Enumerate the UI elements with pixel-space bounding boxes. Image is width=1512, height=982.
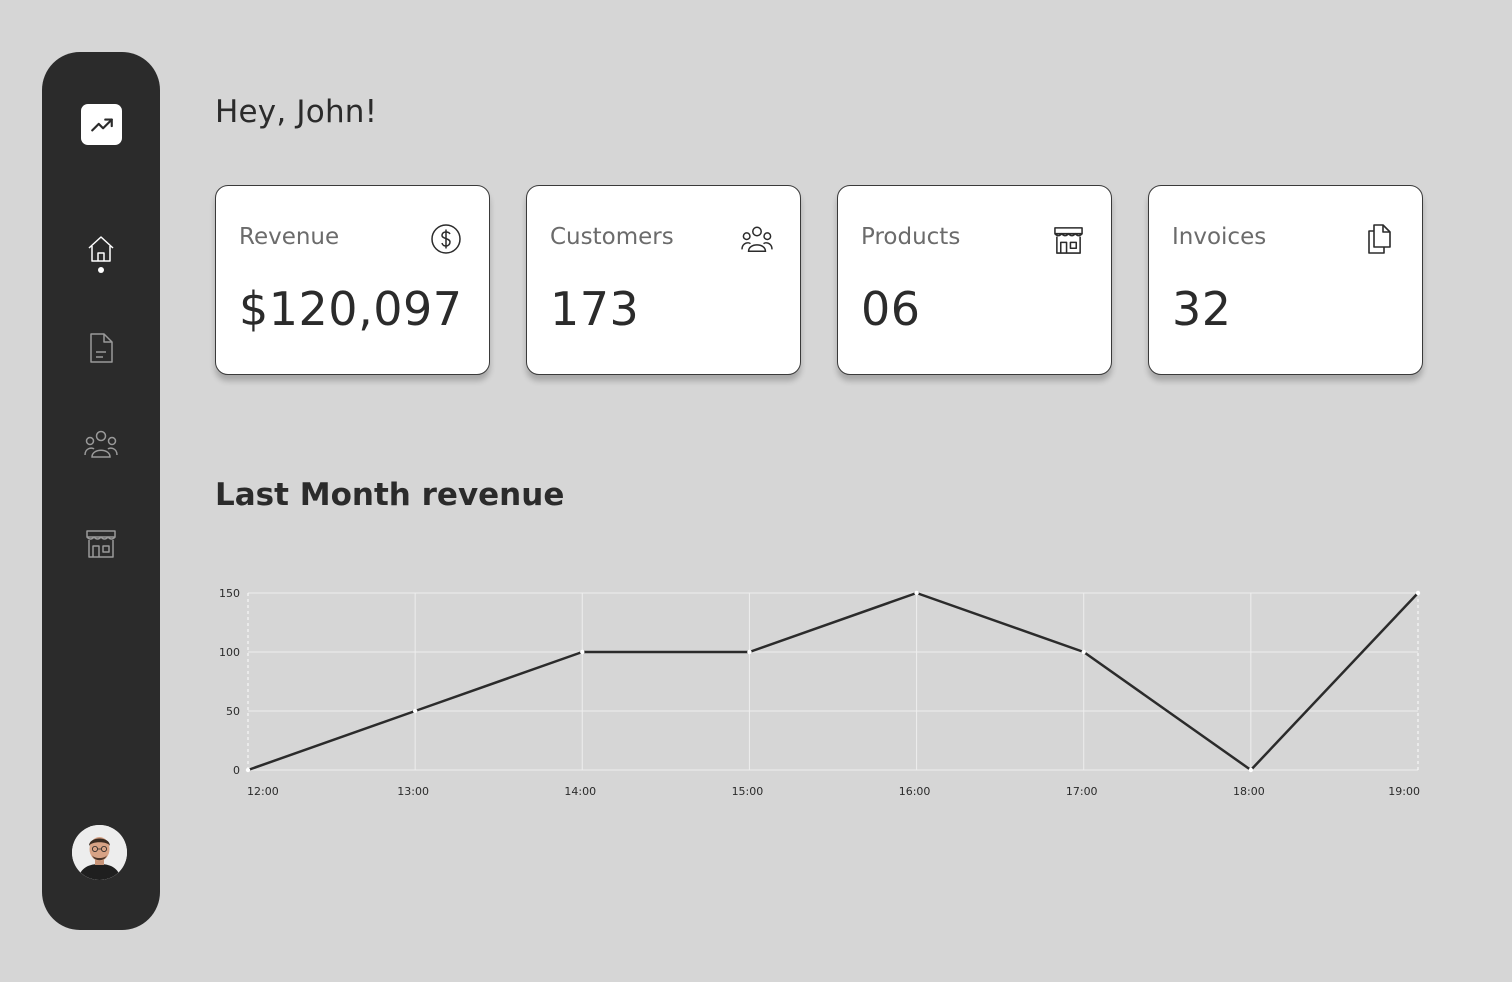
x-tick-label: 17:00 (1066, 785, 1098, 798)
logo[interactable] (81, 104, 122, 145)
avatar[interactable] (72, 825, 127, 880)
card-label: Customers (550, 224, 674, 250)
card-label: Revenue (239, 224, 340, 250)
revenue-line-chart: 0 50 100 150 12:00 13:00 14:00 15:00 16:00 17:00… (219, 587, 1421, 798)
greeting-title: Hey, John! (215, 94, 378, 130)
x-tick-label: 16:00 (899, 785, 931, 798)
files-icon (1362, 222, 1396, 256)
series-line (247, 591, 1419, 772)
x-tick-label: 12:00 (247, 785, 279, 798)
user-avatar-icon (72, 825, 127, 880)
stat-card-products[interactable]: Products 06 (837, 185, 1112, 375)
card-value: 06 (861, 282, 921, 336)
card-label: Invoices (1172, 224, 1267, 250)
card-label: Products (861, 224, 961, 250)
sidebar (42, 52, 160, 930)
section-title: Last Month revenue (215, 477, 565, 513)
sidebar-item-home[interactable] (81, 229, 121, 269)
x-tick-label: 13:00 (397, 785, 429, 798)
y-tick-label: 50 (226, 705, 240, 718)
users-icon (740, 222, 774, 256)
users-icon (84, 430, 118, 458)
card-value: $120,097 (239, 282, 463, 336)
data-point[interactable] (747, 649, 752, 655)
document-icon (90, 333, 113, 363)
data-point[interactable] (1415, 590, 1421, 596)
y-tick-label: 150 (219, 587, 240, 600)
data-point[interactable] (914, 590, 919, 596)
y-tick-label: 100 (219, 646, 240, 659)
data-point[interactable] (1248, 767, 1254, 773)
home-icon (88, 236, 114, 262)
store-icon (86, 530, 116, 558)
sidebar-item-products[interactable] (81, 523, 121, 563)
store-icon (1051, 222, 1085, 256)
data-point[interactable] (245, 767, 251, 773)
trending-up-icon (90, 118, 113, 131)
x-tick-label: 19:00 (1388, 785, 1420, 798)
data-point[interactable] (580, 649, 585, 655)
card-value: 32 (1172, 282, 1232, 336)
x-tick-label: 14:00 (564, 785, 596, 798)
x-tick-label: 15:00 (732, 785, 764, 798)
data-point[interactable] (1081, 649, 1086, 655)
stat-card-invoices[interactable]: Invoices 32 (1148, 185, 1423, 375)
y-tick-label: 0 (233, 764, 240, 777)
sidebar-item-documents[interactable] (81, 328, 121, 368)
sidebar-item-customers[interactable] (81, 424, 121, 464)
x-tick-label: 18:00 (1233, 785, 1265, 798)
stat-card-revenue[interactable]: Revenue $120,097 (215, 185, 490, 375)
dollar-icon (429, 222, 463, 256)
card-value: 173 (550, 282, 640, 336)
data-point[interactable] (412, 708, 418, 714)
stat-card-customers[interactable]: Customers 173 (526, 185, 801, 375)
active-indicator (98, 267, 104, 273)
